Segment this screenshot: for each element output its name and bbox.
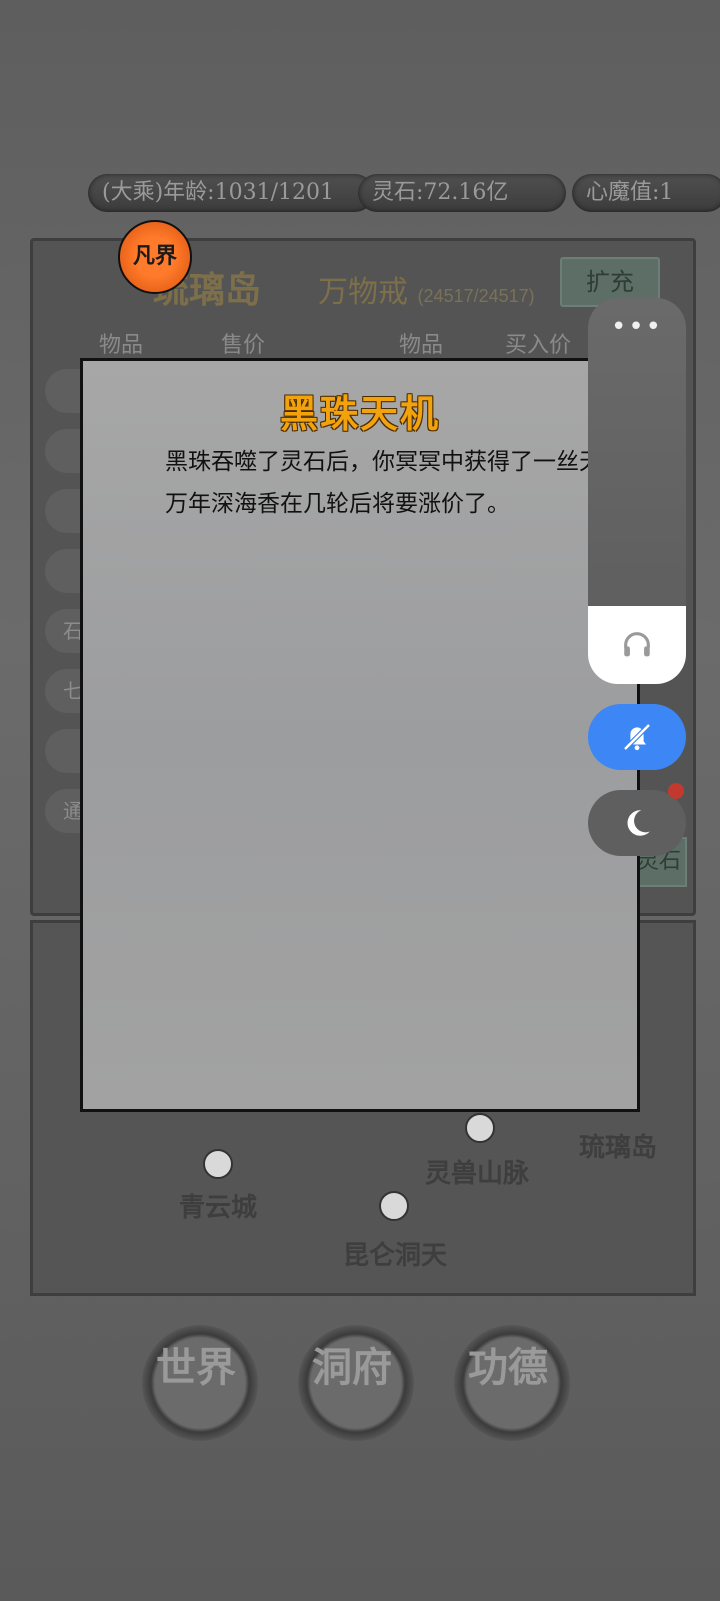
age-stat-text: (大乘)年龄:1031/1201 [102,180,334,205]
headphones-icon [624,632,650,657]
realm-badge[interactable]: 凡界 [118,220,192,294]
map-node-qingyun[interactable] [203,1149,233,1179]
col-item-left: 物品 [99,333,144,358]
mute-button[interactable] [588,704,686,770]
floating-panel: ••• [588,298,686,610]
ring-count: (24517/24517) [417,286,535,306]
ring-name: 万物戒 [318,275,408,310]
bell-off-icon [623,723,651,751]
world-button[interactable]: 世界 [142,1325,258,1441]
merit-label: 功德 [468,1344,548,1391]
col-buy-price: 买入价 [505,333,572,358]
map-label-beast-mountain: 灵兽山脉 [425,1159,530,1189]
notification-dot [668,783,684,799]
cave-label: 洞府 [312,1344,392,1391]
map-label-liuli: 琉璃岛 [579,1133,658,1163]
merit-button[interactable]: 功德 [454,1325,570,1441]
col-item-right: 物品 [399,333,444,358]
list-item[interactable] [45,549,85,593]
map-node-beast-mountain[interactable] [465,1113,495,1143]
map-label-qingyun: 青云城 [179,1193,258,1223]
list-item[interactable] [45,489,85,533]
age-stat: (大乘)年龄:1031/1201 [88,174,374,212]
list-item[interactable]: 通 [45,789,85,833]
list-item[interactable]: 七 [45,669,85,713]
list-item[interactable] [45,429,85,473]
moon-icon [627,810,650,836]
demon-stat-text: 心魔值:1 [586,180,674,205]
spirit-stone-text: 灵石:72.16亿 [372,180,509,205]
map-node-kunlun[interactable] [379,1191,409,1221]
cave-button[interactable]: 洞府 [298,1325,414,1441]
list-item[interactable] [45,369,85,413]
more-icon[interactable]: ••• [588,312,686,342]
map-label-kunlun: 昆仑洞天 [343,1241,448,1271]
event-dialog[interactable]: 黑珠天机 黑珠吞噬了灵石后，你冥冥中获得了一丝天机。 万年深海香在几轮后将要涨价… [80,358,648,1112]
demon-stat: 心魔值:1 [572,174,720,212]
col-sell-price: 售价 [221,333,266,358]
listen-button[interactable] [588,606,686,684]
night-mode-button[interactable] [588,790,686,856]
world-label: 世界 [156,1344,236,1391]
list-item[interactable]: 石 [45,609,85,653]
spirit-stone-stat: 灵石:72.16亿 [358,174,566,212]
dialog-title: 黑珠天机 [279,391,440,436]
list-item[interactable] [45,729,85,773]
ring-title: 万物戒 (24517/24517) [318,267,535,311]
